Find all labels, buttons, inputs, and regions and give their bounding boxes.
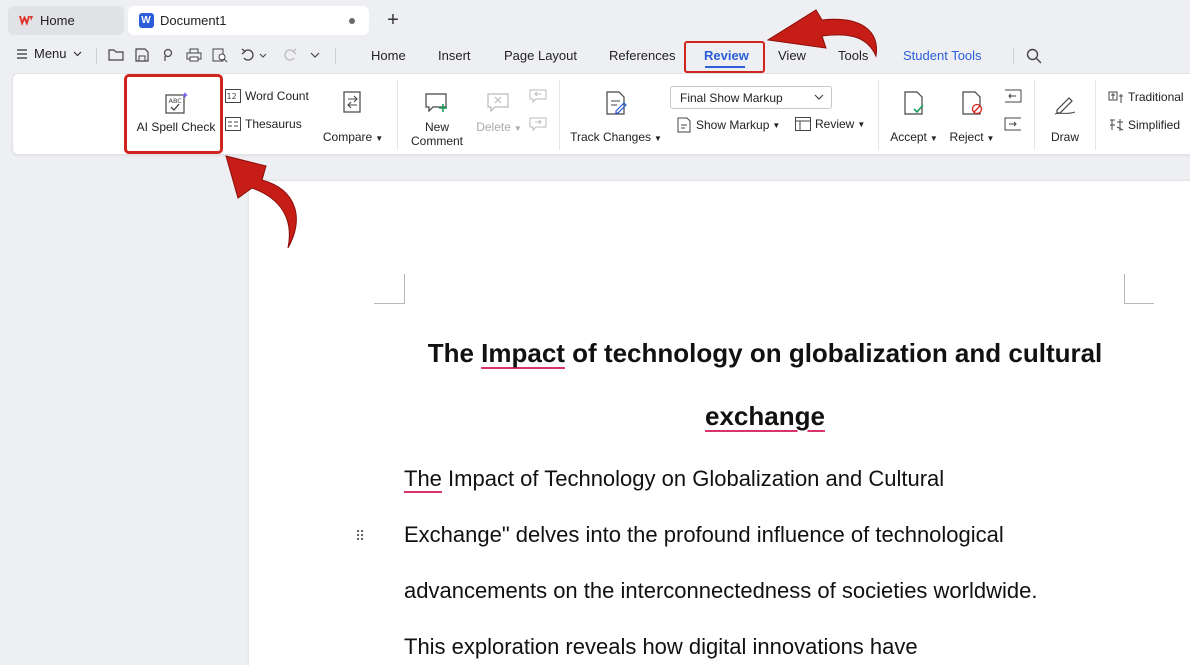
- tab-references[interactable]: References: [609, 48, 675, 63]
- hamburger-icon: [17, 48, 27, 59]
- previous-comment-icon[interactable]: [529, 88, 547, 104]
- track-changes-button[interactable]: Track Changes ▼: [568, 90, 664, 144]
- chevron-down-icon: ▼: [857, 119, 866, 129]
- window-tab-bar: Home W Document1 +: [0, 0, 1190, 40]
- body-line: This exploration reveals how digital inn…: [404, 634, 918, 659]
- export-pdf-icon[interactable]: [159, 46, 177, 64]
- print-preview-icon[interactable]: [211, 46, 229, 64]
- tab-student-tools[interactable]: Student Tools: [903, 48, 982, 63]
- divider: [96, 48, 97, 64]
- ribbon-divider: [878, 80, 879, 150]
- tab-insert[interactable]: Insert: [438, 48, 471, 63]
- compare-button[interactable]: Compare ▼: [320, 90, 386, 144]
- tab-view[interactable]: View: [778, 48, 806, 63]
- print-icon[interactable]: [185, 46, 203, 64]
- ribbon-divider: [559, 80, 560, 150]
- body-line: The Impact of Technology on Globalizatio…: [404, 466, 945, 491]
- divider: [1013, 48, 1014, 64]
- chevron-down-icon: [814, 94, 824, 100]
- undo-icon[interactable]: [240, 46, 258, 64]
- word-count-icon: 12: [225, 89, 241, 103]
- save-icon[interactable]: [133, 46, 151, 64]
- tab-document[interactable]: W Document1: [128, 6, 369, 35]
- menu-row: Menu Home Insert Page Layout References …: [0, 40, 1190, 72]
- simplified-chinese-icon: [1110, 119, 1124, 131]
- tab-home-ribbon[interactable]: Home: [371, 48, 406, 63]
- document-title[interactable]: The Impact of technology on globalizatio…: [400, 322, 1130, 448]
- chevron-down-icon: ▼: [654, 134, 662, 143]
- accept-changes-icon: [904, 91, 924, 115]
- tab-tools[interactable]: Tools: [838, 48, 868, 63]
- crop-mark-right: [1124, 274, 1154, 304]
- undo-dropdown-chevron-icon[interactable]: [258, 46, 268, 64]
- menu-label: Menu: [34, 46, 67, 61]
- reject-button[interactable]: Reject ▼: [947, 90, 997, 144]
- ai-spell-check-highlight: [124, 74, 223, 154]
- tab-page-layout[interactable]: Page Layout: [504, 48, 577, 63]
- pen-icon: [1054, 97, 1076, 115]
- chevron-down-icon: ▼: [375, 134, 384, 143]
- review-pane-button[interactable]: Review ▼: [795, 117, 865, 131]
- delete-comment-icon: [487, 93, 509, 113]
- chevron-down-icon: ▼: [929, 134, 938, 143]
- word-document-icon: W: [138, 13, 154, 29]
- new-comment-icon: [425, 93, 447, 113]
- misspelled-word: exchange: [705, 401, 825, 431]
- thesaurus-icon: [225, 117, 241, 131]
- compare-icon: [343, 91, 361, 113]
- markup-mode-select[interactable]: Final Show Markup: [670, 86, 832, 109]
- show-markup-button[interactable]: Show Markup ▼: [676, 117, 780, 133]
- ribbon-divider: [397, 80, 398, 150]
- traditional-chinese-button[interactable]: Traditional: [1108, 89, 1184, 105]
- tab-document-label: Document1: [160, 13, 227, 28]
- body-line: advancements on the interconnectedness o…: [404, 578, 1038, 603]
- misspelled-word: Impact: [481, 338, 565, 368]
- main-menu-button[interactable]: Menu: [16, 46, 82, 61]
- thesaurus-button[interactable]: Thesaurus: [225, 117, 302, 131]
- chevron-down-icon: ▼: [772, 120, 781, 130]
- more-options-chevron-icon[interactable]: [306, 46, 324, 64]
- document-body[interactable]: The Impact of Technology on Globalizatio…: [404, 451, 1144, 665]
- divider: [335, 48, 336, 64]
- show-markup-icon: [677, 117, 691, 133]
- review-pane-icon: [795, 117, 811, 131]
- chevron-down-icon: [73, 51, 81, 56]
- word-count-button[interactable]: 12 Word Count: [225, 89, 309, 103]
- chevron-down-icon: ▼: [986, 134, 995, 143]
- previous-change-icon[interactable]: [1004, 88, 1022, 104]
- next-comment-icon[interactable]: [529, 116, 547, 132]
- body-line: Exchange" delves into the profound influ…: [404, 522, 1004, 547]
- new-comment-button[interactable]: New Comment: [405, 90, 469, 148]
- misspelled-word: The: [404, 466, 442, 491]
- redo-icon[interactable]: [280, 46, 298, 64]
- unsaved-dot-icon[interactable]: [349, 18, 355, 24]
- open-folder-icon[interactable]: [107, 46, 125, 64]
- crop-mark-left: [374, 274, 405, 304]
- delete-comment-button[interactable]: Delete ▼: [471, 90, 527, 134]
- next-change-icon[interactable]: [1004, 116, 1022, 132]
- new-tab-button[interactable]: +: [382, 9, 404, 31]
- paragraph-drag-handle-icon[interactable]: ⠿: [355, 529, 365, 543]
- track-changes-icon: [606, 91, 627, 115]
- draw-button[interactable]: Draw: [1043, 90, 1087, 144]
- tab-home-label: Home: [40, 13, 75, 28]
- search-icon[interactable]: [1025, 47, 1043, 65]
- wps-logo-icon: [18, 13, 34, 29]
- svg-text:12: 12: [227, 92, 237, 101]
- tab-home[interactable]: Home: [8, 6, 124, 35]
- accept-button[interactable]: Accept ▼: [887, 90, 941, 144]
- traditional-chinese-icon: [1108, 91, 1123, 103]
- ribbon-divider: [1034, 80, 1035, 150]
- chevron-down-icon: ▼: [513, 124, 522, 133]
- simplified-chinese-button[interactable]: Simplified: [1108, 117, 1180, 133]
- review-tab-highlight: [684, 41, 765, 73]
- reject-changes-icon: [962, 91, 983, 115]
- ribbon-divider: [1095, 80, 1096, 150]
